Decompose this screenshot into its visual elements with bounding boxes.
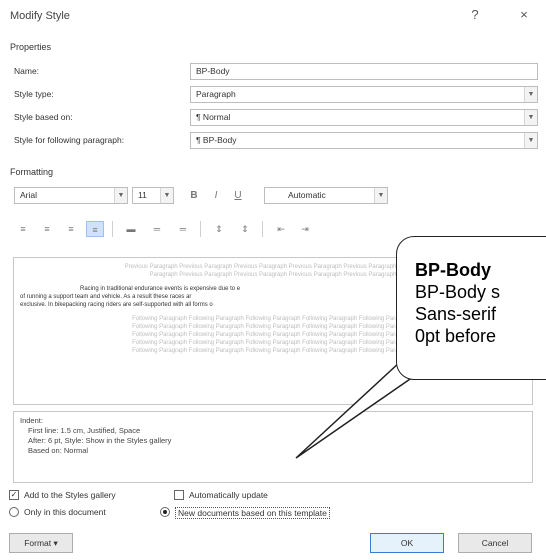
callout-title: BP-Body — [415, 260, 491, 280]
callout-line: Sans-serif — [415, 304, 497, 324]
style-info-callout: BP-Body BP-Body s Sans-serif 0pt before — [396, 236, 546, 380]
callout-line: BP-Body s — [415, 282, 501, 302]
callout-line: 0pt before — [415, 326, 497, 346]
